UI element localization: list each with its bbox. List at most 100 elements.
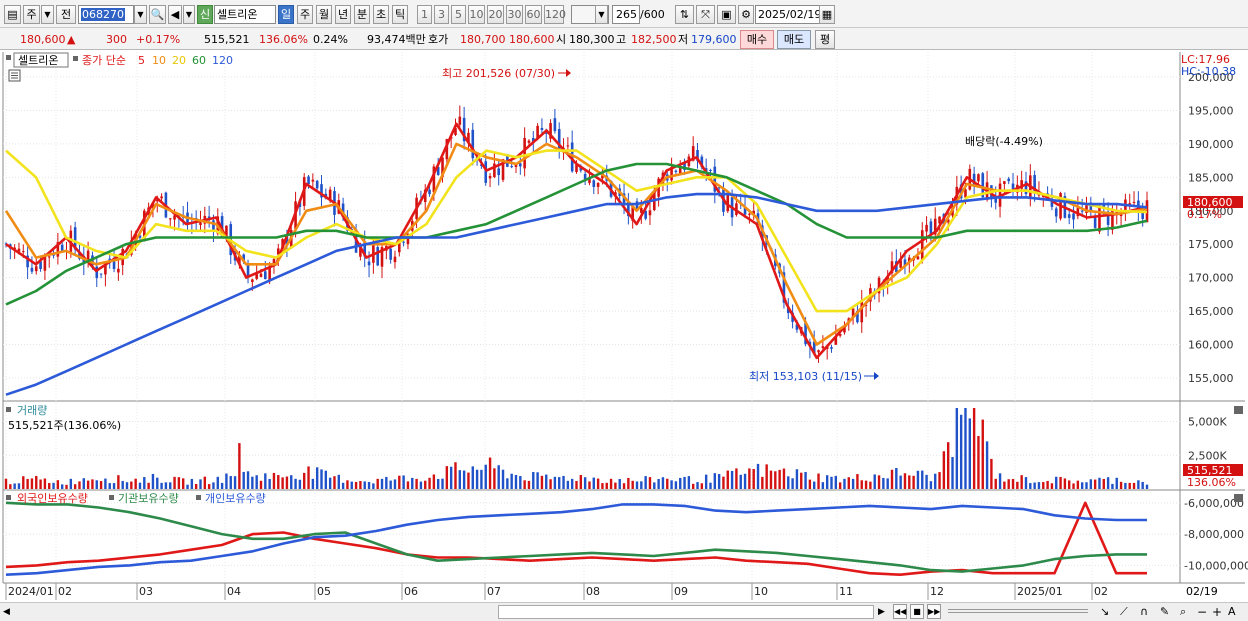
volume-bar xyxy=(363,481,366,489)
volume-bar xyxy=(782,468,786,489)
sell-button[interactable]: 매도 xyxy=(777,30,811,49)
magnet-icon[interactable]: ∩ xyxy=(1140,604,1158,620)
code-dropdown-icon[interactable]: ▼ xyxy=(134,5,147,24)
eval-button[interactable]: 평 xyxy=(815,30,835,49)
market-type-dropdown-icon[interactable]: ▼ xyxy=(41,5,54,24)
volume-bar xyxy=(821,482,825,489)
speaker-icon[interactable]: ◀ xyxy=(168,5,182,24)
volume-bar xyxy=(52,482,55,489)
volume-bar xyxy=(454,462,457,489)
candle-body xyxy=(259,273,263,277)
volume-value: 515,521 xyxy=(204,33,250,46)
period-tab-5[interactable]: 초 xyxy=(373,5,389,24)
stock-code-input[interactable]: 068270 xyxy=(78,5,134,24)
market-type-selector[interactable]: 주 xyxy=(23,5,40,24)
volume-bar xyxy=(251,476,254,489)
chart-scrollbar[interactable]: ◀ ▶ ◀◀ ■ ▶▶ ↘ ⟋ ∩ ✎ ⌕ − + A xyxy=(0,602,1248,621)
interval-tab-3[interactable]: 10 xyxy=(468,5,485,24)
gear-icon[interactable]: ⚙ xyxy=(738,5,754,24)
window-menu-icon[interactable]: ▤ xyxy=(4,5,21,24)
edit-icon[interactable]: ✎ xyxy=(1160,604,1178,620)
volume-bar xyxy=(514,474,518,489)
volume-bar xyxy=(903,473,907,489)
volume-bar xyxy=(795,469,799,489)
volume-bar xyxy=(756,463,760,489)
line-tool-icon[interactable]: ↘ xyxy=(1100,604,1118,620)
low-value: 179,600 xyxy=(691,33,737,46)
search-icon[interactable]: 🔍 xyxy=(149,5,166,24)
count-input[interactable]: 265 xyxy=(612,5,640,24)
volume-bar xyxy=(117,475,120,489)
x-tick-label: 02 xyxy=(1094,585,1108,598)
candle-body xyxy=(709,169,712,171)
indicator-icon[interactable]: ⇅ xyxy=(675,5,694,24)
holding-panel-close-icon[interactable] xyxy=(1234,494,1243,502)
volume-bar xyxy=(1085,482,1088,489)
period-tab-6[interactable]: 틱 xyxy=(392,5,408,24)
period-tab-0[interactable]: 일 xyxy=(278,5,294,24)
period-tab-4[interactable]: 분 xyxy=(354,5,370,24)
interval-tab-2[interactable]: 5 xyxy=(451,5,466,24)
price-tick-label: 190,000 xyxy=(1188,138,1234,151)
forward-icon[interactable]: ▶▶ xyxy=(927,604,941,619)
volume-bar xyxy=(458,470,462,489)
speaker-dropdown-icon[interactable]: ▼ xyxy=(183,5,195,24)
interval-tab-0[interactable]: 1 xyxy=(417,5,432,24)
rewind-icon[interactable]: ◀◀ xyxy=(893,604,907,619)
interval-tab-4[interactable]: 20 xyxy=(487,5,504,24)
stock-code-value: 068270 xyxy=(81,8,125,21)
volume-bar xyxy=(164,482,168,489)
candle-body xyxy=(596,183,600,187)
scroll-right-icon[interactable]: ▶ xyxy=(878,605,890,619)
drawing-tools-strip[interactable] xyxy=(948,609,1088,613)
period-tab-1[interactable]: 주 xyxy=(297,5,313,24)
market-type-label: 주 xyxy=(26,8,37,21)
volume-bar xyxy=(307,466,310,489)
scroll-left-icon[interactable]: ◀ xyxy=(3,605,15,619)
interval-tab-7[interactable]: 120 xyxy=(544,5,566,24)
buy-button[interactable]: 매수 xyxy=(740,30,774,49)
chart-area[interactable]: 셀트리온 종가 단순 5 10 20 60 120 최고 201,526 (07… xyxy=(0,51,1248,602)
volume-bar xyxy=(981,419,984,489)
volume-panel-close-icon[interactable] xyxy=(1234,406,1243,414)
zoom-out-icon[interactable]: − xyxy=(1197,604,1209,620)
panel-marker-icon xyxy=(6,55,11,60)
ask-price: 180,700 xyxy=(460,33,506,46)
stock-name-field[interactable]: 셀트리온 xyxy=(214,5,276,24)
interval-dropdown-icon[interactable]: ▼ xyxy=(595,5,608,24)
zoom-search-icon[interactable]: ⌕ xyxy=(1180,604,1194,620)
volume-bar xyxy=(1011,478,1015,489)
candle-body xyxy=(1054,208,1058,217)
compare-icon[interactable]: ⤧ xyxy=(696,5,715,24)
candle-body xyxy=(553,118,557,132)
zoom-in-icon[interactable]: + xyxy=(1212,604,1224,620)
volume-bar xyxy=(596,478,600,489)
candle-body xyxy=(255,274,258,279)
save-icon[interactable]: ▣ xyxy=(717,5,736,24)
calendar-icon[interactable]: ▦ xyxy=(819,5,835,24)
volume-bar xyxy=(648,477,652,489)
volume-bar xyxy=(186,484,189,489)
prev-button[interactable]: 전 xyxy=(56,5,76,24)
fibo-tool-icon[interactable]: ⟋ xyxy=(1120,604,1138,620)
interval-tab-6[interactable]: 60 xyxy=(525,5,542,24)
price-tick-label: 185,000 xyxy=(1188,171,1234,184)
period-tab-2[interactable]: 월 xyxy=(316,5,332,24)
volume-bar xyxy=(847,477,850,489)
scroll-thumb[interactable] xyxy=(498,605,874,619)
volume-bar xyxy=(311,478,315,489)
volume-bar xyxy=(359,481,362,489)
interval-tab-1[interactable]: 3 xyxy=(434,5,449,24)
volume-bar xyxy=(1098,477,1101,489)
font-size-icon[interactable]: A xyxy=(1228,604,1242,620)
volume-bar xyxy=(182,478,185,489)
volume-bar xyxy=(972,408,976,489)
period-tab-3[interactable]: 년 xyxy=(335,5,351,24)
date-input[interactable]: 2025/02/19 xyxy=(755,5,821,24)
stop-icon[interactable]: ■ xyxy=(910,604,924,619)
interval-tab-5[interactable]: 30 xyxy=(506,5,523,24)
candle-body xyxy=(674,170,678,173)
sell-label: 매도 xyxy=(783,33,805,46)
volume-bar xyxy=(631,480,634,489)
volume-bar xyxy=(95,480,98,489)
